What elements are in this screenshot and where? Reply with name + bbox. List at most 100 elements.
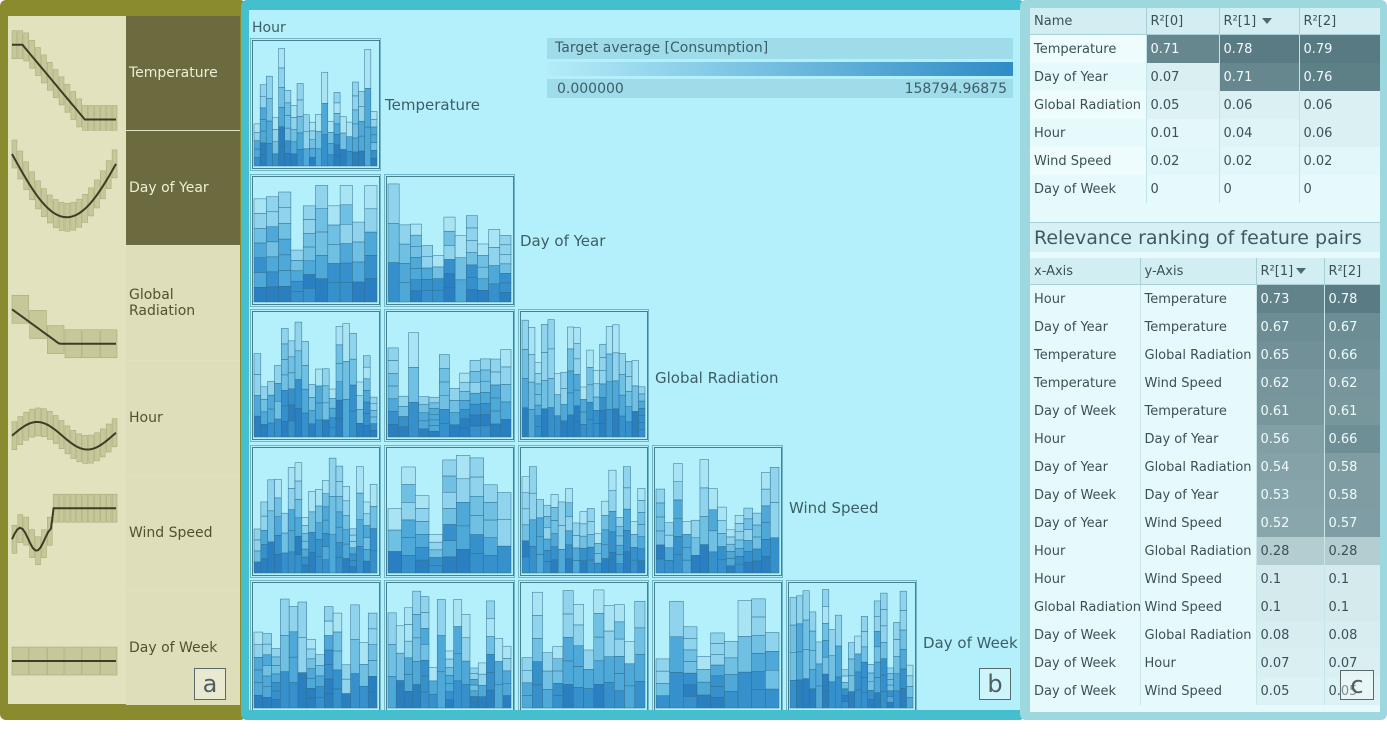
matrix-cell[interactable] (252, 582, 380, 710)
partition-block (603, 605, 615, 632)
feature-label[interactable]: Day of Year (126, 131, 240, 245)
table-row[interactable]: Day of Year Temperature 0.67 0.67 (1030, 313, 1380, 341)
partition-block (573, 421, 581, 438)
table-row[interactable]: Wind Speed 0.02 0.02 0.02 (1030, 147, 1380, 175)
partition-block (547, 319, 555, 350)
partition-block (499, 282, 512, 293)
partition-block (369, 505, 378, 529)
table-row[interactable]: Hour Global Radiation 0.28 0.28 (1030, 537, 1380, 565)
partition-block (809, 688, 817, 709)
partition-block (328, 388, 337, 399)
feature-label[interactable]: Temperature (126, 16, 240, 130)
partition-block (637, 511, 646, 525)
partition-block (324, 620, 334, 636)
table-row[interactable]: Day of Year Global Radiation 0.54 0.58 (1030, 453, 1380, 481)
matrix-cell[interactable] (252, 175, 380, 305)
table-row[interactable]: Day of Week 0 0 0 (1030, 175, 1380, 203)
table-cell: Day of Year (1030, 453, 1141, 481)
matrix-cell[interactable] (386, 582, 514, 710)
feature-label[interactable]: Hour (126, 361, 240, 475)
matrix-cell[interactable] (520, 311, 648, 440)
table-row[interactable]: Hour Temperature 0.73 0.78 (1030, 284, 1380, 313)
matrix-cell[interactable] (252, 40, 380, 169)
table-cell: 0.76 (1299, 63, 1380, 91)
table-row[interactable]: Global Radiation 0.05 0.06 0.06 (1030, 91, 1380, 119)
partition-block (428, 533, 443, 542)
partition-block (398, 224, 411, 244)
table-row[interactable]: Temperature Wind Speed 0.62 0.62 (1030, 369, 1380, 397)
feature-row-global-radiation[interactable]: Global Radiation (8, 246, 240, 361)
column-header-r2-0[interactable]: R²[0] (1146, 8, 1220, 35)
partition-block (456, 548, 471, 573)
partition-block (593, 684, 605, 709)
feature-label[interactable]: Global Radiation (126, 246, 240, 360)
column-header-x-axis[interactable]: x-Axis (1030, 258, 1141, 285)
feature-label[interactable]: Wind Speed (126, 476, 240, 590)
partition-block (369, 416, 378, 424)
table-row[interactable]: Global Radiation Wind Speed 0.1 0.1 (1030, 593, 1380, 621)
table-cell: 0 (1219, 175, 1300, 203)
matrix-cell[interactable] (520, 582, 648, 710)
sort-desc-icon[interactable] (1262, 18, 1273, 24)
table-row[interactable]: Hour 0.01 0.04 0.06 (1030, 119, 1380, 147)
partition-block (615, 535, 624, 545)
table-cell: Hour (1030, 119, 1147, 147)
matrix-cell[interactable] (788, 582, 916, 710)
partition-block (634, 681, 646, 709)
table-row[interactable]: Temperature Global Radiation 0.65 0.66 (1030, 341, 1380, 369)
feature-row-temperature[interactable]: Temperature (8, 16, 240, 131)
partition-block (469, 457, 484, 477)
partition-block (296, 83, 304, 101)
column-header-r2-2[interactable]: R²[2] (1299, 8, 1380, 35)
partition-block (615, 516, 624, 527)
column-header-r2-1[interactable]: R²[1] (1219, 8, 1300, 35)
table-row[interactable]: Day of Year 0.07 0.71 0.76 (1030, 63, 1380, 91)
matrix-cell[interactable] (654, 446, 782, 576)
matrix-cell[interactable] (654, 582, 782, 710)
partition-block (562, 590, 574, 615)
table-cell: 0.78 (1219, 34, 1300, 63)
matrix-cell[interactable] (252, 446, 380, 576)
partition-block (346, 136, 353, 152)
matrix-cell[interactable] (386, 446, 514, 576)
table-row[interactable]: Day of Week Temperature 0.61 0.61 (1030, 397, 1380, 425)
partition-block (580, 411, 587, 425)
feature-row-wind-speed[interactable]: Wind Speed (8, 476, 240, 591)
partition-block (259, 84, 267, 97)
partition-block (572, 534, 581, 548)
partition-block (893, 673, 901, 692)
partition-block (752, 548, 762, 561)
partition-block (342, 361, 350, 400)
column-header-y-axis[interactable]: y-Axis (1140, 258, 1257, 285)
table-row[interactable]: Hour Wind Speed 0.1 0.1 (1030, 565, 1380, 593)
column-header-name[interactable]: Name (1030, 8, 1147, 35)
table-row[interactable]: Hour Day of Year 0.56 0.66 (1030, 425, 1380, 453)
partition-block (751, 653, 766, 672)
feature-row-day-of-year[interactable]: Day of Year (8, 131, 240, 246)
partition-block (573, 687, 584, 709)
table-row[interactable]: Day of Week Wind Speed 0.05 0.05 (1030, 677, 1380, 705)
partition-block (673, 535, 683, 555)
partition-block (608, 531, 617, 553)
table-row[interactable]: Day of Year Wind Speed 0.52 0.57 (1030, 509, 1380, 537)
partition-block (560, 388, 568, 405)
partition-block (271, 690, 281, 700)
partition-block (274, 515, 282, 536)
matrix-cell[interactable] (520, 446, 648, 576)
partition-block (398, 406, 409, 417)
table-row[interactable]: Day of Week Day of Year 0.53 0.58 (1030, 481, 1380, 509)
column-header-r2-1[interactable]: R²[1] (1256, 258, 1325, 285)
matrix-cell[interactable] (252, 311, 380, 440)
table-row[interactable]: Day of Week Hour 0.07 0.07 (1030, 649, 1380, 677)
column-header-r2-2[interactable]: R²[2] (1324, 258, 1380, 285)
feature-row-hour[interactable]: Hour (8, 361, 240, 476)
table-row[interactable]: Day of Week Global Radiation 0.08 0.08 (1030, 621, 1380, 649)
matrix-cell[interactable] (386, 175, 514, 305)
partition-block (398, 243, 411, 264)
partition-block (363, 366, 371, 380)
partition-block (359, 642, 369, 665)
sort-desc-icon[interactable] (1296, 268, 1307, 274)
partition-block (751, 671, 766, 691)
table-row[interactable]: Temperature 0.71 0.78 0.79 (1030, 34, 1380, 63)
matrix-cell[interactable] (386, 311, 514, 440)
